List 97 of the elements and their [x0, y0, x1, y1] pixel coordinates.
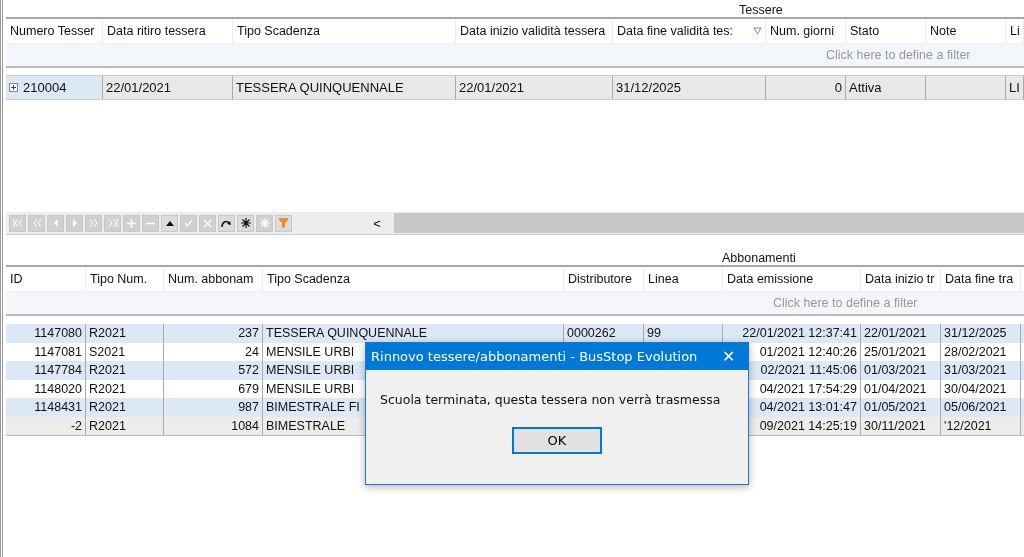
table-cell: 987 — [238, 400, 259, 415]
table-cell: 05/06/2021 — [944, 400, 1007, 415]
column-header[interactable]: Distributore — [564, 267, 644, 291]
dialog-message: Scuola terminata, questa tessera non verrà trasmessa — [380, 392, 721, 407]
right-triangle-icon — [71, 219, 78, 227]
table-cell: 22/01/2021 — [459, 80, 525, 95]
table-cell: TESSERA QUINQUENNALE — [236, 80, 404, 95]
table-cell: 09/2021 14:25:19 — [759, 418, 857, 433]
table-cell: 04/2021 17:54:29 — [759, 381, 857, 396]
column-header[interactable]: Data inizio tr — [861, 267, 941, 291]
column-header[interactable]: Num. giorni — [766, 19, 846, 43]
table-cell: 31/12/2025 — [616, 80, 682, 95]
table-cell: R2021 — [89, 363, 126, 378]
column-header[interactable]: Data fine tra — [941, 267, 1021, 291]
table-cell: R2021 — [89, 381, 126, 396]
table-cell: 1084 — [231, 418, 259, 433]
navigator-button[interactable] — [237, 214, 254, 232]
table-cell: 1147080 — [34, 326, 82, 341]
table-cell: 679 — [238, 381, 259, 396]
table-cell: 28/02/2021 — [944, 344, 1007, 359]
column-header[interactable]: Linea — [644, 267, 723, 291]
table-cell: 30/04/2021 — [944, 381, 1007, 396]
table-cell: 99 — [647, 326, 661, 341]
column-header[interactable]: Data emissione — [723, 267, 861, 291]
table-cell: 1148431 — [34, 400, 82, 415]
table-cell: 01/05/2021 — [864, 400, 927, 415]
column-header[interactable]: Note — [926, 19, 1006, 43]
column-header[interactable]: Num. abbonam — [164, 267, 263, 291]
table-cell: 24 — [245, 344, 259, 359]
navigator-button[interactable] — [218, 214, 235, 232]
fast-forward-icon — [88, 219, 99, 227]
table-cell: 22/01/2021 — [106, 80, 172, 95]
table-cell: 31/03/2021 — [944, 363, 1007, 378]
table-cell: 1147081 — [34, 344, 82, 359]
table-cell: BIMESTRALE FI — [266, 400, 360, 415]
table-cell: 237 — [238, 326, 259, 341]
check-icon — [184, 219, 193, 227]
minus-icon — [146, 221, 155, 225]
column-header[interactable]: Tipo Num. — [86, 267, 164, 291]
table-cell: 1147784 — [34, 363, 82, 378]
column-header[interactable]: Li — [1006, 19, 1024, 43]
plus-icon — [127, 218, 136, 228]
table-cell: MENSILE URBI — [266, 363, 355, 378]
column-header[interactable]: Data fine validità tes: — [613, 19, 766, 43]
table-cell: 02/2021 11:45:06 — [760, 363, 857, 378]
table-cell: 01/03/2021 — [864, 363, 927, 378]
column-header[interactable]: Tipo Scadenza — [263, 267, 564, 291]
table-cell: MENSILE URBI — [266, 381, 355, 396]
table-cell: 0 — [834, 80, 842, 95]
column-header[interactable]: Numero Tesser — [6, 19, 103, 43]
x-icon — [203, 218, 212, 228]
column-header[interactable]: ID — [6, 267, 86, 291]
table-cell: 1148020 — [34, 381, 82, 396]
filter-icon — [279, 218, 288, 228]
table-cell: 25/01/2021 — [864, 344, 927, 359]
table-cell: 210004 — [23, 80, 67, 95]
table-cell: 30/11/2021 — [864, 418, 926, 433]
column-header[interactable]: Data ritiro tessera — [103, 19, 233, 43]
table-cell: 31/12/2025 — [944, 326, 1007, 341]
table-cell: Attiva — [849, 80, 882, 95]
scroll-left-button[interactable]: < — [366, 215, 388, 231]
table-cell: 22/01/2021 — [864, 326, 927, 341]
expand-icon[interactable] — [9, 83, 18, 92]
table-cell: 01/04/2021 — [864, 381, 927, 396]
navigator-button[interactable] — [161, 214, 178, 232]
sort-icon — [753, 27, 762, 35]
last-icon — [107, 219, 118, 227]
table-cell: -2 — [70, 418, 82, 433]
dialog-title: Rinnovo tessere/abbonamenti - BusStop Evolution — [371, 349, 698, 364]
close-button[interactable]: ✕ — [708, 343, 748, 370]
table-cell: 0000262 — [567, 326, 616, 341]
table-cell: LI — [1009, 80, 1020, 95]
asterisk-icon — [259, 218, 270, 228]
table-cell: R2021 — [89, 400, 126, 415]
table-cell: 22/01/2021 12:37:41 — [742, 326, 857, 341]
grid-caption: Abbonamenti — [722, 251, 796, 265]
asterisk-icon — [240, 218, 251, 228]
table-cell: '12/2021 — [944, 418, 992, 433]
column-header[interactable]: Data inizio validità tessera — [456, 19, 613, 43]
column-header[interactable]: Stato — [846, 19, 926, 43]
table-cell: TESSERA QUINQUENNALE — [266, 326, 428, 341]
up-triangle-icon — [165, 220, 174, 226]
table-cell: R2021 — [89, 418, 126, 433]
table-cell: R2021 — [89, 326, 126, 341]
table-cell: MENSILE URBI — [266, 344, 355, 359]
grid-caption: Tessere — [739, 3, 783, 17]
table-cell: S2021 — [89, 344, 126, 359]
left-triangle-icon — [52, 219, 59, 227]
table-cell: 04/2021 13:01:47 — [759, 400, 857, 415]
table-cell: 572 — [238, 363, 259, 378]
column-header[interactable]: Tipo Scadenza — [233, 19, 456, 43]
rewind-icon — [31, 219, 42, 227]
first-icon — [12, 219, 23, 227]
curved-arrow-icon — [221, 218, 232, 228]
table-cell: BIMESTRALE — [266, 418, 346, 433]
ok-button[interactable]: OK — [512, 427, 602, 454]
table-cell: 01/2021 12:40:26 — [759, 344, 857, 359]
